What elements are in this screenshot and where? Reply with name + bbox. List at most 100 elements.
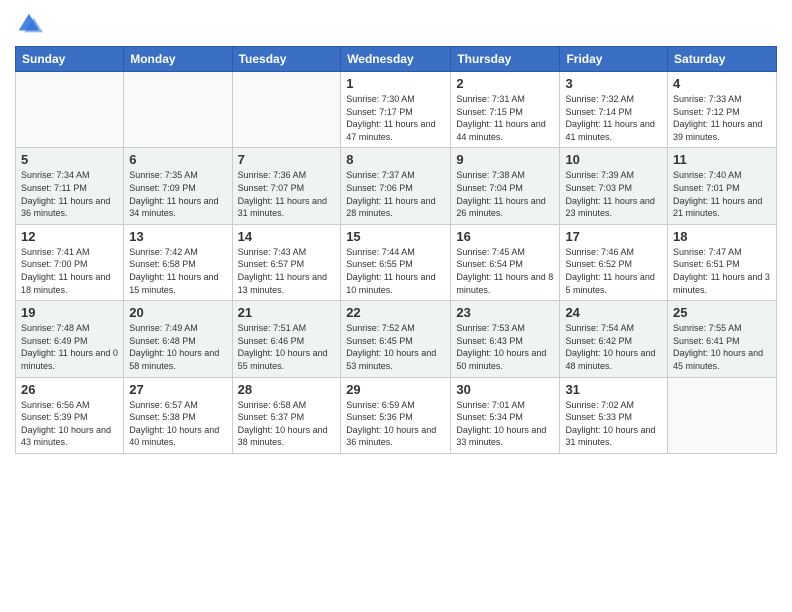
calendar-cell: 23 Sunrise: 7:53 AM Sunset: 6:43 PM Dayli… [451,301,560,377]
day-info: Sunrise: 6:58 AM Sunset: 5:37 PM Dayligh… [238,399,336,449]
day-info: Sunrise: 7:36 AM Sunset: 7:07 PM Dayligh… [238,169,336,219]
day-info: Sunrise: 7:53 AM Sunset: 6:43 PM Dayligh… [456,322,554,372]
day-number: 15 [346,229,445,244]
logo-icon [15,10,43,38]
header-row: Sunday Monday Tuesday Wednesday Thursday… [16,47,777,72]
day-number: 4 [673,76,771,91]
calendar-cell: 28Sunrise: 6:58 AM Sunset: 5:37 PM Dayli… [232,377,341,453]
col-tuesday: Tuesday [232,47,341,72]
day-info: Sunrise: 7:44 AM Sunset: 6:55 PM Dayligh… [346,246,445,296]
calendar-week-row: 1Sunrise: 7:30 AM Sunset: 7:17 PM Daylig… [16,72,777,148]
day-info: Sunrise: 7:52 AM Sunset: 6:45 PM Dayligh… [346,322,445,372]
calendar-cell: 3 Sunrise: 7:32 AM Sunset: 7:14 PM Daylig… [560,72,668,148]
calendar-cell: 25 Sunrise: 7:55 AM Sunset: 6:41 PM Dayli… [668,301,777,377]
calendar-cell: 20 Sunrise: 7:49 AM Sunset: 6:48 PM Dayli… [124,301,232,377]
day-info: Sunrise: 7:49 AM Sunset: 6:48 PM Dayligh… [129,322,226,372]
day-number: 13 [129,229,226,244]
day-info: Sunrise: 7:32 AM Sunset: 7:14 PM Dayligh… [565,93,662,143]
day-number: 7 [238,152,336,167]
day-number: 6 [129,152,226,167]
day-number: 2 [456,76,554,91]
day-number: 26 [21,382,118,397]
day-number: 11 [673,152,771,167]
page-container: Sunday Monday Tuesday Wednesday Thursday… [0,0,792,612]
calendar-cell: 27 Sunrise: 6:57 AM Sunset: 5:38 PM Dayli… [124,377,232,453]
day-info: Sunrise: 7:38 AM Sunset: 7:04 PM Dayligh… [456,169,554,219]
calendar-cell: 2Sunrise: 7:31 AM Sunset: 7:15 PM Daylig… [451,72,560,148]
day-info: Sunrise: 7:33 AM Sunset: 7:12 PM Dayligh… [673,93,771,143]
day-number: 12 [21,229,118,244]
day-info: Sunrise: 7:46 AM Sunset: 6:52 PM Dayligh… [565,246,662,296]
day-info: Sunrise: 7:43 AM Sunset: 6:57 PM Dayligh… [238,246,336,296]
calendar-cell: 18 Sunrise: 7:47 AM Sunset: 6:51 PM Dayli… [668,224,777,300]
calendar-cell: 26 Sunrise: 6:56 AM Sunset: 5:39 PM Dayli… [16,377,124,453]
calendar-cell: 4 Sunrise: 7:33 AM Sunset: 7:12 PM Daylig… [668,72,777,148]
calendar-cell: 8 Sunrise: 7:37 AM Sunset: 7:06 PM Daylig… [341,148,451,224]
day-info: Sunrise: 7:40 AM Sunset: 7:01 PM Dayligh… [673,169,771,219]
day-number: 27 [129,382,226,397]
calendar-cell: 21 Sunrise: 7:51 AM Sunset: 6:46 PM Dayli… [232,301,341,377]
calendar-cell: 19 Sunrise: 7:48 AM Sunset: 6:49 PM Dayli… [16,301,124,377]
calendar-cell: 16 Sunrise: 7:45 AM Sunset: 6:54 PM Dayli… [451,224,560,300]
day-number: 21 [238,305,336,320]
calendar-week-row: 19 Sunrise: 7:48 AM Sunset: 6:49 PM Dayli… [16,301,777,377]
day-info: Sunrise: 7:35 AM Sunset: 7:09 PM Dayligh… [129,169,226,219]
calendar-cell: 10Sunrise: 7:39 AM Sunset: 7:03 PM Dayli… [560,148,668,224]
day-number: 5 [21,152,118,167]
page-header [15,10,777,38]
calendar-cell: 13 Sunrise: 7:42 AM Sunset: 6:58 PM Dayli… [124,224,232,300]
calendar-cell: 22 Sunrise: 7:52 AM Sunset: 6:45 PM Dayli… [341,301,451,377]
day-info: Sunrise: 7:51 AM Sunset: 6:46 PM Dayligh… [238,322,336,372]
day-number: 3 [565,76,662,91]
col-sunday: Sunday [16,47,124,72]
day-info: Sunrise: 6:59 AM Sunset: 5:36 PM Dayligh… [346,399,445,449]
day-info: Sunrise: 7:37 AM Sunset: 7:06 PM Dayligh… [346,169,445,219]
calendar-cell: 7 Sunrise: 7:36 AM Sunset: 7:07 PM Daylig… [232,148,341,224]
day-number: 24 [565,305,662,320]
day-number: 20 [129,305,226,320]
day-info: Sunrise: 7:54 AM Sunset: 6:42 PM Dayligh… [565,322,662,372]
day-info: Sunrise: 7:48 AM Sunset: 6:49 PM Dayligh… [21,322,118,372]
day-number: 25 [673,305,771,320]
calendar-cell: 9 Sunrise: 7:38 AM Sunset: 7:04 PM Daylig… [451,148,560,224]
calendar-cell: 15 Sunrise: 7:44 AM Sunset: 6:55 PM Dayli… [341,224,451,300]
calendar-week-row: 5Sunrise: 7:34 AM Sunset: 7:11 PM Daylig… [16,148,777,224]
day-info: Sunrise: 6:57 AM Sunset: 5:38 PM Dayligh… [129,399,226,449]
day-info: Sunrise: 7:55 AM Sunset: 6:41 PM Dayligh… [673,322,771,372]
calendar-cell: 29 Sunrise: 6:59 AM Sunset: 5:36 PM Dayli… [341,377,451,453]
calendar-cell: 30 Sunrise: 7:01 AM Sunset: 5:34 PM Dayli… [451,377,560,453]
calendar-cell [668,377,777,453]
day-number: 8 [346,152,445,167]
calendar-cell: 12 Sunrise: 7:41 AM Sunset: 7:00 PM Dayli… [16,224,124,300]
day-info: Sunrise: 7:01 AM Sunset: 5:34 PM Dayligh… [456,399,554,449]
day-info: Sunrise: 7:39 AM Sunset: 7:03 PM Dayligh… [565,169,662,219]
day-info: Sunrise: 7:45 AM Sunset: 6:54 PM Dayligh… [456,246,554,296]
day-number: 29 [346,382,445,397]
calendar-cell: 14 Sunrise: 7:43 AM Sunset: 6:57 PM Dayli… [232,224,341,300]
day-number: 1 [346,76,445,91]
calendar-week-row: 26 Sunrise: 6:56 AM Sunset: 5:39 PM Dayli… [16,377,777,453]
day-number: 9 [456,152,554,167]
calendar-cell: 17 Sunrise: 7:46 AM Sunset: 6:52 PM Dayli… [560,224,668,300]
calendar-cell: 6 Sunrise: 7:35 AM Sunset: 7:09 PM Daylig… [124,148,232,224]
calendar-cell: 24 Sunrise: 7:54 AM Sunset: 6:42 PM Dayli… [560,301,668,377]
day-info: Sunrise: 7:47 AM Sunset: 6:51 PM Dayligh… [673,246,771,296]
day-number: 22 [346,305,445,320]
calendar-table: Sunday Monday Tuesday Wednesday Thursday… [15,46,777,454]
day-number: 19 [21,305,118,320]
calendar-cell: 1Sunrise: 7:30 AM Sunset: 7:17 PM Daylig… [341,72,451,148]
day-number: 17 [565,229,662,244]
day-number: 30 [456,382,554,397]
day-number: 14 [238,229,336,244]
day-number: 16 [456,229,554,244]
day-info: Sunrise: 6:56 AM Sunset: 5:39 PM Dayligh… [21,399,118,449]
day-info: Sunrise: 7:42 AM Sunset: 6:58 PM Dayligh… [129,246,226,296]
col-thursday: Thursday [451,47,560,72]
calendar-cell: 5Sunrise: 7:34 AM Sunset: 7:11 PM Daylig… [16,148,124,224]
calendar-cell: 31Sunrise: 7:02 AM Sunset: 5:33 PM Dayli… [560,377,668,453]
day-info: Sunrise: 7:41 AM Sunset: 7:00 PM Dayligh… [21,246,118,296]
calendar-cell [124,72,232,148]
day-number: 18 [673,229,771,244]
day-number: 23 [456,305,554,320]
calendar-cell [16,72,124,148]
